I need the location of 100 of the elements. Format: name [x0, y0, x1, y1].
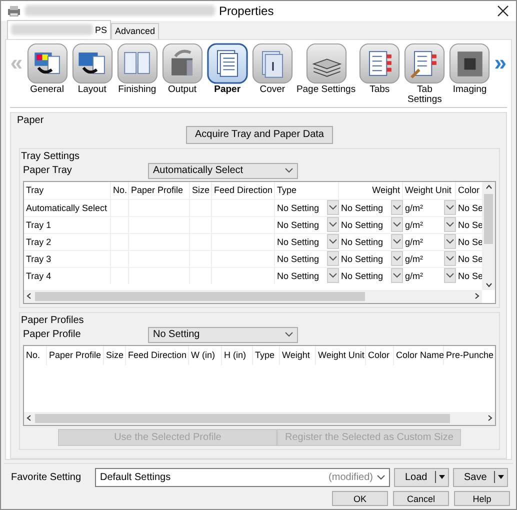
dropdown-arrow-icon	[498, 474, 504, 480]
dialog-button[interactable]: OK	[332, 491, 388, 506]
load-button[interactable]: Load	[394, 468, 449, 487]
caret-icon	[446, 205, 454, 210]
caret-icon	[393, 239, 401, 244]
ribbon-tab[interactable]: Tabs	[358, 42, 401, 95]
close-icon	[496, 4, 510, 18]
paper-stack-icon	[206, 42, 248, 84]
table-dropdown[interactable]: g/m²	[403, 216, 456, 233]
field-label: Paper Profile	[23, 329, 82, 340]
ribbon-tab[interactable]: Tab Settings	[404, 42, 446, 105]
paper-profile-dropdown[interactable]: No Setting	[148, 326, 298, 343]
save-button[interactable]: Save	[453, 468, 508, 487]
column-header[interactable]: Paper Profile	[47, 346, 104, 365]
monitor-document-icon	[26, 42, 68, 84]
acquire-button[interactable]: Acquire Tray and Paper Data	[186, 126, 333, 144]
table-dropdown[interactable]: No Setting	[275, 198, 339, 216]
column-header[interactable]: Pre-Punche	[444, 346, 495, 365]
dialog-button[interactable]: Cancel	[393, 491, 449, 506]
table-cell: Tray 4	[24, 266, 111, 284]
column-header[interactable]: Color Name	[394, 346, 444, 365]
table-cell: Tray 1	[24, 216, 111, 233]
monitor-document-icon	[72, 42, 113, 84]
table-dropdown[interactable]: No Setting	[275, 232, 339, 250]
ribbon-tab[interactable]: Imaging	[448, 42, 491, 95]
ribbon-tab[interactable]: Output	[161, 42, 204, 95]
dialog-button[interactable]: Help	[454, 491, 510, 506]
scroll-left-icon	[26, 293, 32, 300]
group-title: Paper Profiles	[21, 314, 84, 326]
square-pattern-icon	[449, 42, 490, 84]
caret-icon	[393, 222, 401, 228]
column-header[interactable]: Weight	[339, 182, 403, 199]
horizontal-scrollbar[interactable]	[24, 290, 482, 303]
column-header[interactable]: Color	[366, 346, 394, 365]
ribbon-tab[interactable]: General	[26, 42, 68, 95]
ribbon-tab[interactable]: Cover	[251, 42, 294, 95]
table-cell: Automatically Select	[24, 198, 111, 216]
favorite-dropdown[interactable]: Default Settings (modified)	[95, 468, 390, 487]
caret-icon	[446, 256, 454, 262]
output-tray-icon	[162, 42, 203, 84]
ribbon-tab[interactable]: Layout	[71, 42, 114, 95]
printer-icon	[7, 4, 21, 18]
caret-icon	[446, 273, 454, 278]
cover-page-icon	[252, 42, 293, 84]
caret-icon	[393, 273, 401, 278]
table-dropdown[interactable]: No Setting	[339, 198, 403, 216]
column-header[interactable]: Type	[253, 346, 280, 365]
column-header[interactable]: Feed Direction	[212, 182, 275, 199]
column-header[interactable]: Size	[104, 346, 126, 365]
caret-icon	[446, 222, 454, 228]
horizontal-scrollbar[interactable]	[24, 412, 495, 425]
folded-pages-icon	[116, 42, 158, 84]
table-dropdown[interactable]: No Setting	[339, 232, 403, 250]
table-dropdown[interactable]: g/m²	[403, 198, 456, 216]
caret-icon	[329, 205, 337, 210]
table-dropdown[interactable]: g/m²	[403, 250, 456, 267]
column-header[interactable]: Weight Unit	[316, 346, 366, 365]
table-dropdown[interactable]: g/m²	[403, 232, 456, 250]
table-dropdown[interactable]: No Setting	[339, 216, 403, 233]
table-dropdown[interactable]: No Setting	[275, 216, 339, 233]
tab[interactable]: Advanced	[111, 22, 160, 39]
caret-icon	[285, 332, 293, 338]
caret-icon	[393, 256, 401, 262]
caret-icon	[329, 256, 337, 262]
column-header[interactable]: Weight Unit	[403, 182, 456, 199]
window-title: Properties	[219, 4, 275, 18]
tab[interactable]: PS	[7, 20, 112, 39]
caret-icon	[393, 205, 401, 210]
column-header[interactable]: No.	[24, 346, 47, 365]
scroll-left-icon	[26, 415, 32, 422]
column-header[interactable]: Paper Profile	[129, 182, 190, 199]
paper-tray-dropdown[interactable]: Automatically Select	[148, 162, 298, 179]
ribbon-tab[interactable]: Finishing	[116, 42, 158, 95]
table-dropdown[interactable]: No Setting	[339, 266, 403, 284]
scroll-right-icon	[487, 415, 493, 422]
ribbon-tab[interactable]: Paper	[206, 42, 248, 95]
table-dropdown[interactable]: No Setting	[339, 250, 403, 267]
table-dropdown[interactable]: No Setting	[275, 250, 339, 267]
column-header[interactable]: Type	[275, 182, 339, 199]
table-dropdown[interactable]: g/m²	[403, 266, 456, 284]
column-header[interactable]: Weight	[280, 346, 316, 365]
caret-icon	[329, 239, 337, 244]
column-header[interactable]: Feed Direction	[126, 346, 189, 365]
table-dropdown[interactable]: No Setting	[275, 266, 339, 284]
paper-stack-icon	[306, 42, 347, 84]
dropdown-arrow-icon	[439, 474, 445, 480]
field-label: Favorite Setting	[11, 472, 82, 483]
column-header[interactable]: H (in)	[222, 346, 253, 365]
column-header[interactable]: Tray	[24, 182, 111, 199]
scroll-right-button[interactable]: »	[494, 42, 507, 83]
column-header[interactable]: Size	[190, 182, 212, 199]
group-title: Paper	[17, 114, 44, 126]
column-header[interactable]: W (in)	[189, 346, 222, 365]
group-title: Tray Settings	[21, 150, 80, 162]
ribbon-tab[interactable]: Page Settings	[296, 42, 356, 95]
scroll-right-icon	[474, 293, 480, 300]
column-header[interactable]: No.	[111, 182, 129, 199]
caret-icon	[446, 239, 454, 244]
vertical-scrollbar[interactable]	[482, 182, 495, 290]
tabbed-pages-icon	[404, 42, 446, 84]
